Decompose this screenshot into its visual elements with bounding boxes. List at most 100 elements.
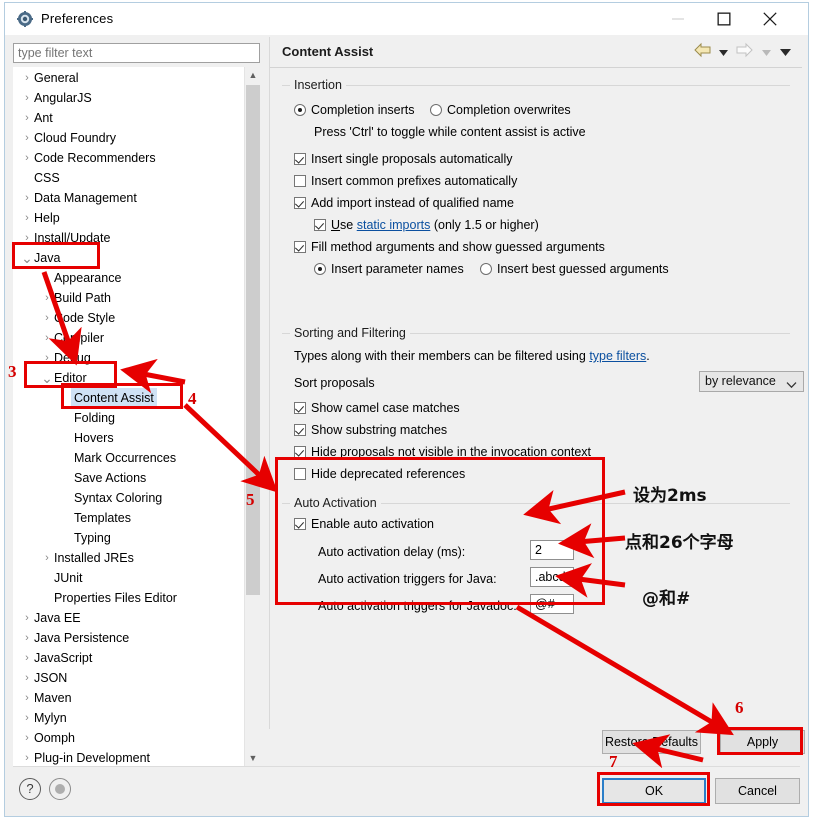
scroll-up-icon[interactable]: ▲: [245, 67, 261, 84]
sidebar-item-mylyn[interactable]: › Mylyn: [14, 708, 259, 728]
minimize-button[interactable]: [655, 3, 701, 34]
back-menu-caret-down-icon[interactable]: [718, 45, 728, 59]
chevron-right-icon[interactable]: ›: [20, 208, 34, 228]
sort-proposals-select[interactable]: by relevance: [699, 371, 804, 392]
fill-method-arguments-checkbox[interactable]: Fill method arguments and show guessed a…: [294, 239, 605, 255]
chevron-right-icon[interactable]: ›: [20, 228, 34, 248]
java-triggers-input[interactable]: [530, 567, 574, 587]
chevron-right-icon[interactable]: ›: [40, 328, 54, 348]
scrollbar-thumb[interactable]: [246, 85, 260, 595]
sidebar-item-appearance[interactable]: › Appearance: [14, 268, 259, 288]
javadoc-triggers-input[interactable]: [530, 594, 574, 614]
type-filters-link[interactable]: type filters: [589, 349, 646, 363]
chevron-right-icon[interactable]: ›: [40, 348, 54, 368]
sidebar-item-json[interactable]: › JSON: [14, 668, 259, 688]
sidebar-item-syntax-coloring[interactable]: Syntax Coloring: [14, 488, 259, 508]
sidebar-item-java-persistence[interactable]: › Java Persistence: [14, 628, 259, 648]
sidebar-item-install-update[interactable]: › Install/Update: [14, 228, 259, 248]
sidebar-item-installed-jres[interactable]: › Installed JREs: [14, 548, 259, 568]
hide-not-visible-checkbox[interactable]: Hide proposals not visible in the invoca…: [294, 444, 591, 460]
chevron-right-icon[interactable]: ›: [40, 308, 54, 328]
completion-overwrites-radio[interactable]: Completion overwrites: [430, 102, 571, 118]
chevron-right-icon[interactable]: ›: [20, 748, 34, 766]
enable-auto-activation-checkbox[interactable]: Enable auto activation: [294, 516, 434, 532]
sidebar-item-cloud-foundry[interactable]: › Cloud Foundry: [14, 128, 259, 148]
insert-parameter-names-radio[interactable]: Insert parameter names: [314, 261, 464, 277]
hide-deprecated-checkbox[interactable]: Hide deprecated references: [294, 466, 465, 482]
add-import-checkbox[interactable]: Add import instead of qualified name: [294, 195, 514, 211]
chevron-right-icon[interactable]: ›: [20, 608, 34, 628]
sidebar-item-editor[interactable]: ⌄Editor: [14, 368, 259, 388]
sidebar-item-debug[interactable]: › Debug: [14, 348, 259, 368]
chevron-right-icon[interactable]: ›: [20, 128, 34, 148]
sidebar-item-plug-in-development[interactable]: › Plug-in Development: [14, 748, 259, 766]
sidebar-item-ant[interactable]: › Ant: [14, 108, 259, 128]
chevron-right-icon[interactable]: ›: [20, 148, 34, 168]
help-question-mark-icon[interactable]: ?: [19, 778, 41, 800]
sidebar-item-typing[interactable]: Typing: [14, 528, 259, 548]
sidebar-item-help[interactable]: › Help: [14, 208, 259, 228]
sidebar-item-hovers[interactable]: Hovers: [14, 428, 259, 448]
show-camel-case-checkbox[interactable]: Show camel case matches: [294, 400, 460, 416]
sidebar-item-data-management[interactable]: › Data Management: [14, 188, 259, 208]
sidebar-item-folding[interactable]: Folding: [14, 408, 259, 428]
sidebar-item-junit[interactable]: JUnit: [14, 568, 259, 588]
sidebar-item-css[interactable]: CSS: [14, 168, 259, 188]
maximize-button[interactable]: [701, 3, 747, 34]
sidebar-item-angularjs[interactable]: › AngularJS: [14, 88, 259, 108]
sidebar-item-mark-occurrences[interactable]: Mark Occurrences: [14, 448, 259, 468]
cancel-button[interactable]: Cancel: [715, 778, 800, 804]
chevron-right-icon[interactable]: ›: [20, 688, 34, 708]
sidebar-item-oomph[interactable]: › Oomph: [14, 728, 259, 748]
use-static-imports-checkbox[interactable]: Use static imports (only 1.5 or higher): [314, 217, 539, 233]
chevron-right-icon[interactable]: ›: [20, 188, 34, 208]
chevron-down-icon: [786, 376, 797, 395]
chevron-right-icon[interactable]: ›: [20, 728, 34, 748]
restore-defaults-button[interactable]: Restore Defaults: [602, 730, 701, 754]
sidebar-item-general[interactable]: › General: [14, 68, 259, 88]
sidebar-item-code-recommenders[interactable]: › Code Recommenders: [14, 148, 259, 168]
preferences-tree[interactable]: › General › AngularJS › Ant › Cloud Foundry › Cod…: [13, 67, 260, 767]
sidebar-item-compiler[interactable]: › Compiler: [14, 328, 259, 348]
chevron-right-icon[interactable]: ›: [20, 668, 34, 688]
auto-activation-delay-input[interactable]: [530, 540, 574, 560]
chevron-right-icon[interactable]: ›: [20, 708, 34, 728]
filter-input[interactable]: [13, 43, 260, 63]
sidebar-item-java[interactable]: ⌄Java: [14, 248, 259, 268]
static-imports-link[interactable]: static imports: [357, 218, 431, 232]
sidebar-item-label: Build Path: [54, 291, 111, 305]
close-button[interactable]: [747, 3, 793, 34]
insert-single-proposals-checkbox[interactable]: Insert single proposals automatically: [294, 151, 513, 167]
chevron-right-icon[interactable]: ›: [20, 648, 34, 668]
chevron-right-icon[interactable]: ›: [40, 288, 54, 308]
page-menu-caret-down-icon[interactable]: [780, 45, 791, 59]
sidebar-item-build-path[interactable]: › Build Path: [14, 288, 259, 308]
sidebar-item-code-style[interactable]: › Code Style: [14, 308, 259, 328]
tree-scrollbar[interactable]: ▲ ▼: [244, 67, 261, 767]
chevron-right-icon[interactable]: ›: [20, 108, 34, 128]
record-circle-icon[interactable]: [49, 778, 71, 800]
insert-common-prefixes-checkbox[interactable]: Insert common prefixes automatically: [294, 173, 517, 189]
completion-inserts-radio[interactable]: Completion inserts: [294, 102, 415, 118]
show-substring-checkbox[interactable]: Show substring matches: [294, 422, 447, 438]
sidebar-item-javascript[interactable]: › JavaScript: [14, 648, 259, 668]
insert-best-guessed-radio[interactable]: Insert best guessed arguments: [480, 261, 669, 277]
sidebar-item-save-actions[interactable]: Save Actions: [14, 468, 259, 488]
chevron-down-icon[interactable]: ⌄: [20, 248, 34, 268]
chevron-right-icon[interactable]: ›: [40, 548, 54, 568]
scroll-down-icon[interactable]: ▼: [245, 750, 261, 767]
chevron-down-icon[interactable]: ⌄: [40, 368, 54, 388]
chevron-right-icon[interactable]: ›: [40, 268, 54, 288]
sidebar-item-java-ee[interactable]: › Java EE: [14, 608, 259, 628]
sidebar-item-properties-files-editor[interactable]: Properties Files Editor: [14, 588, 259, 608]
sidebar-item-label: Maven: [34, 691, 72, 705]
back-arrow-icon[interactable]: [693, 42, 712, 61]
sidebar-item-maven[interactable]: › Maven: [14, 688, 259, 708]
apply-button[interactable]: Apply: [720, 730, 805, 754]
chevron-right-icon[interactable]: ›: [20, 68, 34, 88]
chevron-right-icon[interactable]: ›: [20, 88, 34, 108]
sidebar-item-content-assist[interactable]: Content Assist: [14, 388, 259, 408]
sidebar-item-templates[interactable]: Templates: [14, 508, 259, 528]
chevron-right-icon[interactable]: ›: [20, 628, 34, 648]
ok-button[interactable]: OK: [602, 778, 706, 804]
